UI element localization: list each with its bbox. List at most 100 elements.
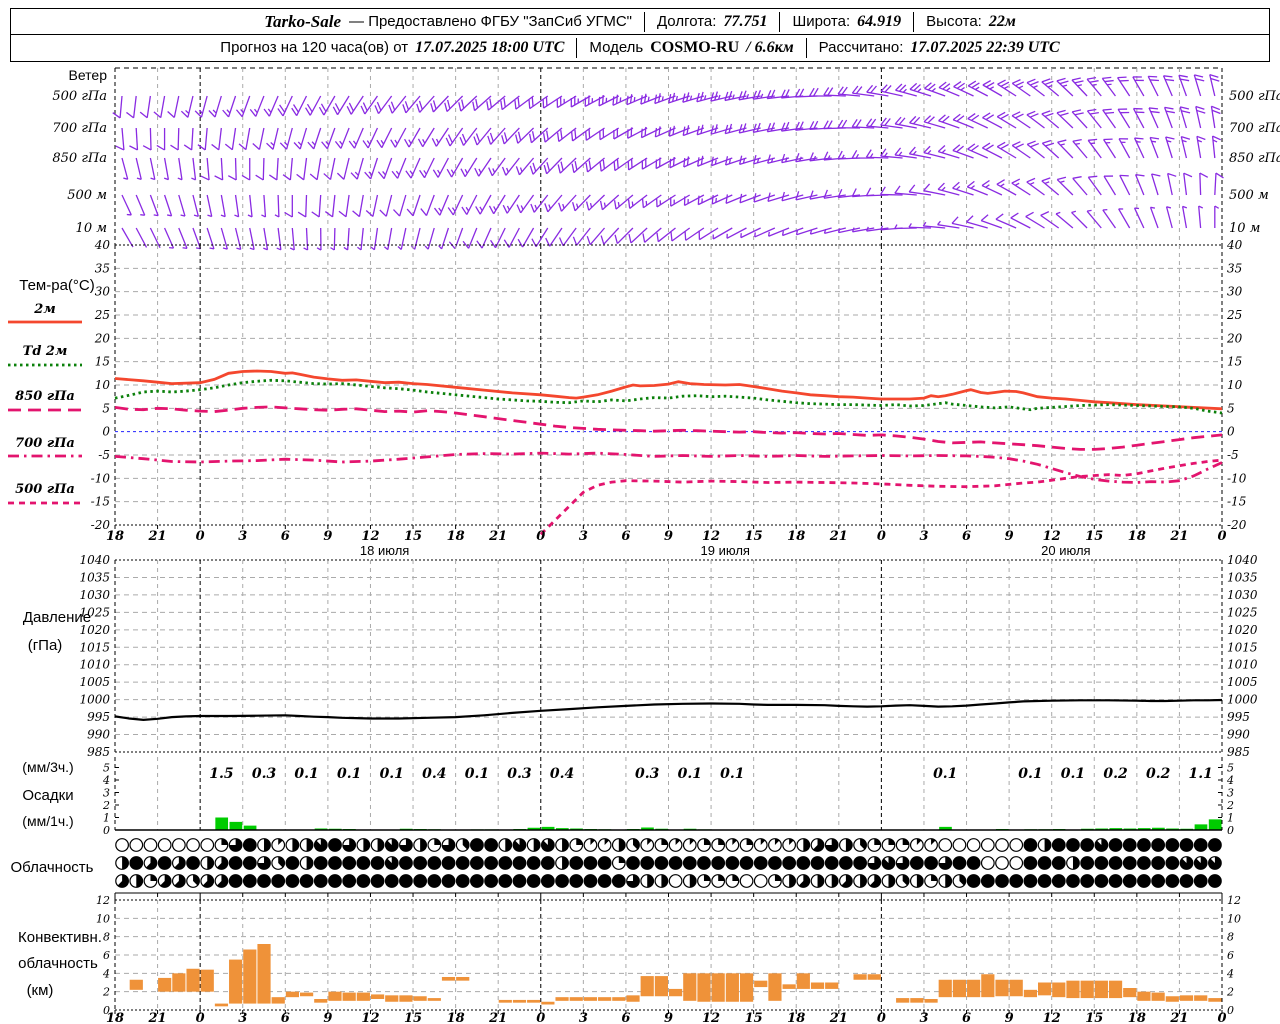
wind-barb	[303, 227, 309, 251]
svg-text:0: 0	[102, 425, 110, 439]
wind-barb	[1071, 109, 1088, 129]
svg-text:6: 6	[281, 529, 290, 544]
wind-barb	[1209, 73, 1220, 97]
wind-barb	[142, 127, 152, 151]
svg-text:-10: -10	[1227, 471, 1247, 485]
wind-barb	[1118, 138, 1131, 159]
svg-text:15: 15	[404, 1011, 422, 1024]
wind-barb	[252, 127, 265, 151]
convective-cloud-bar	[967, 979, 981, 998]
header: Tarko-Sale — Предоставлено ФГБУ "ЗапСиб …	[10, 8, 1270, 62]
wind-barb	[206, 194, 213, 218]
convective-cloud-bar	[385, 995, 399, 1002]
wind-barb	[1180, 135, 1191, 159]
wind-barb	[129, 127, 139, 151]
wind-barb	[1071, 77, 1088, 97]
svg-text:19 июля: 19 июля	[701, 543, 750, 558]
wind-barb	[1211, 135, 1222, 159]
run-time: 17.07.2025 18:00 UTC	[415, 38, 565, 56]
wind-barb	[1198, 205, 1204, 229]
convective-cloud-bar	[129, 979, 143, 990]
meteogram-canvas: Ветер500 гПа 500 гПа700 гПа 700 гПа850 гПа…	[8, 67, 1280, 1024]
svg-text:30: 30	[95, 285, 111, 299]
wind-barb	[338, 194, 350, 218]
svg-text:6: 6	[103, 949, 110, 962]
wind-barb	[531, 227, 549, 248]
cloud-cover-symbol	[143, 838, 158, 852]
svg-text:500 гПа: 500 гПа	[52, 89, 107, 104]
svg-text:6: 6	[1227, 949, 1234, 962]
precip-bar	[229, 821, 243, 830]
wind-barb	[149, 194, 159, 217]
wind-barb	[178, 194, 186, 217]
svg-text:700 гПа: 700 гПа	[1229, 121, 1280, 136]
wind-barb	[291, 95, 308, 117]
wind-barb	[263, 227, 269, 251]
wind-barb	[1162, 75, 1175, 97]
svg-text:0.1: 0.1	[380, 766, 404, 782]
model-name: COSMO-RU	[650, 38, 740, 56]
bottom-time-axis: 18 21 0 3 6 9 12 15 18 21 0 3 6 9 12 15 18 21 0 3 6 9 12 15 18 21…	[106, 1010, 1227, 1024]
wind-barb	[502, 194, 520, 214]
wind-barb	[266, 127, 279, 150]
svg-text:1030: 1030	[1227, 588, 1258, 602]
svg-text:25: 25	[1226, 308, 1242, 322]
svg-text:850 гПа: 850 гПа	[52, 151, 107, 166]
svg-text:1010: 1010	[1227, 658, 1258, 672]
wind-barb	[357, 227, 364, 251]
wind-barb	[1041, 110, 1060, 129]
svg-text:1015: 1015	[79, 640, 110, 654]
cloud-cover-symbol	[115, 838, 129, 852]
svg-text:18: 18	[106, 529, 124, 544]
svg-text:Ветер: Ветер	[69, 67, 108, 83]
wind-barb	[263, 95, 279, 117]
svg-text:18 июля: 18 июля	[360, 543, 409, 558]
convective-cloud-bar	[1038, 982, 1052, 996]
convective-cloud-bar	[910, 998, 924, 1003]
wind-barb	[462, 227, 478, 249]
convective-cloud-bar	[427, 998, 441, 1001]
convective-cloud-bar	[612, 997, 626, 1001]
convective-cloud-bar	[782, 984, 796, 989]
model-label: Модель	[589, 39, 644, 56]
wind-barb	[352, 194, 364, 218]
wind-barb	[1167, 172, 1177, 196]
wind-barb	[431, 127, 449, 147]
convective-cloud-bar	[229, 959, 243, 1004]
wind-barb	[438, 227, 450, 250]
svg-text:1025: 1025	[1227, 605, 1258, 619]
svg-text:-10: -10	[91, 471, 111, 485]
svg-text:1005: 1005	[1227, 675, 1258, 689]
svg-text:0.3: 0.3	[635, 766, 660, 782]
convective-panel: 0 02 24 46 68 810 1012 12Конвективн.облачность(…	[18, 894, 1241, 1017]
svg-text:9: 9	[323, 1011, 332, 1024]
svg-text:12: 12	[361, 1011, 379, 1024]
svg-text:(гПа): (гПа)	[28, 637, 63, 654]
svg-text:Осадки: Осадки	[22, 787, 73, 804]
wind-barb	[163, 194, 173, 217]
wind-barb	[234, 194, 240, 218]
pressure-panel: 985 985 990 990 995 995 1000 1000 1005 1005 1010 10…	[23, 553, 1258, 759]
svg-text:8: 8	[103, 931, 110, 944]
svg-text:10: 10	[1227, 378, 1243, 392]
svg-text:18: 18	[1128, 1011, 1146, 1024]
cloud-cover-symbol	[966, 838, 981, 852]
svg-text:3: 3	[238, 1011, 247, 1024]
convective-cloud-bar	[626, 995, 640, 1002]
wind-barb	[370, 227, 379, 251]
svg-text:3: 3	[103, 787, 110, 800]
convective-cloud-bar	[810, 982, 825, 989]
precip-bar	[1208, 819, 1222, 830]
svg-text:500 м: 500 м	[1229, 188, 1269, 203]
wind-barb	[324, 194, 336, 218]
wind-barb	[334, 127, 350, 149]
svg-text:1020: 1020	[1227, 623, 1258, 637]
latitude-label: Широта:	[792, 13, 851, 30]
svg-text:1: 1	[1227, 812, 1234, 825]
wind-barb	[163, 157, 170, 181]
svg-text:12: 12	[1043, 1011, 1061, 1024]
convective-cloud-bar	[399, 995, 413, 1002]
svg-text:995: 995	[1227, 710, 1250, 724]
wind-barb	[404, 127, 421, 148]
svg-text:1000: 1000	[1227, 693, 1258, 707]
